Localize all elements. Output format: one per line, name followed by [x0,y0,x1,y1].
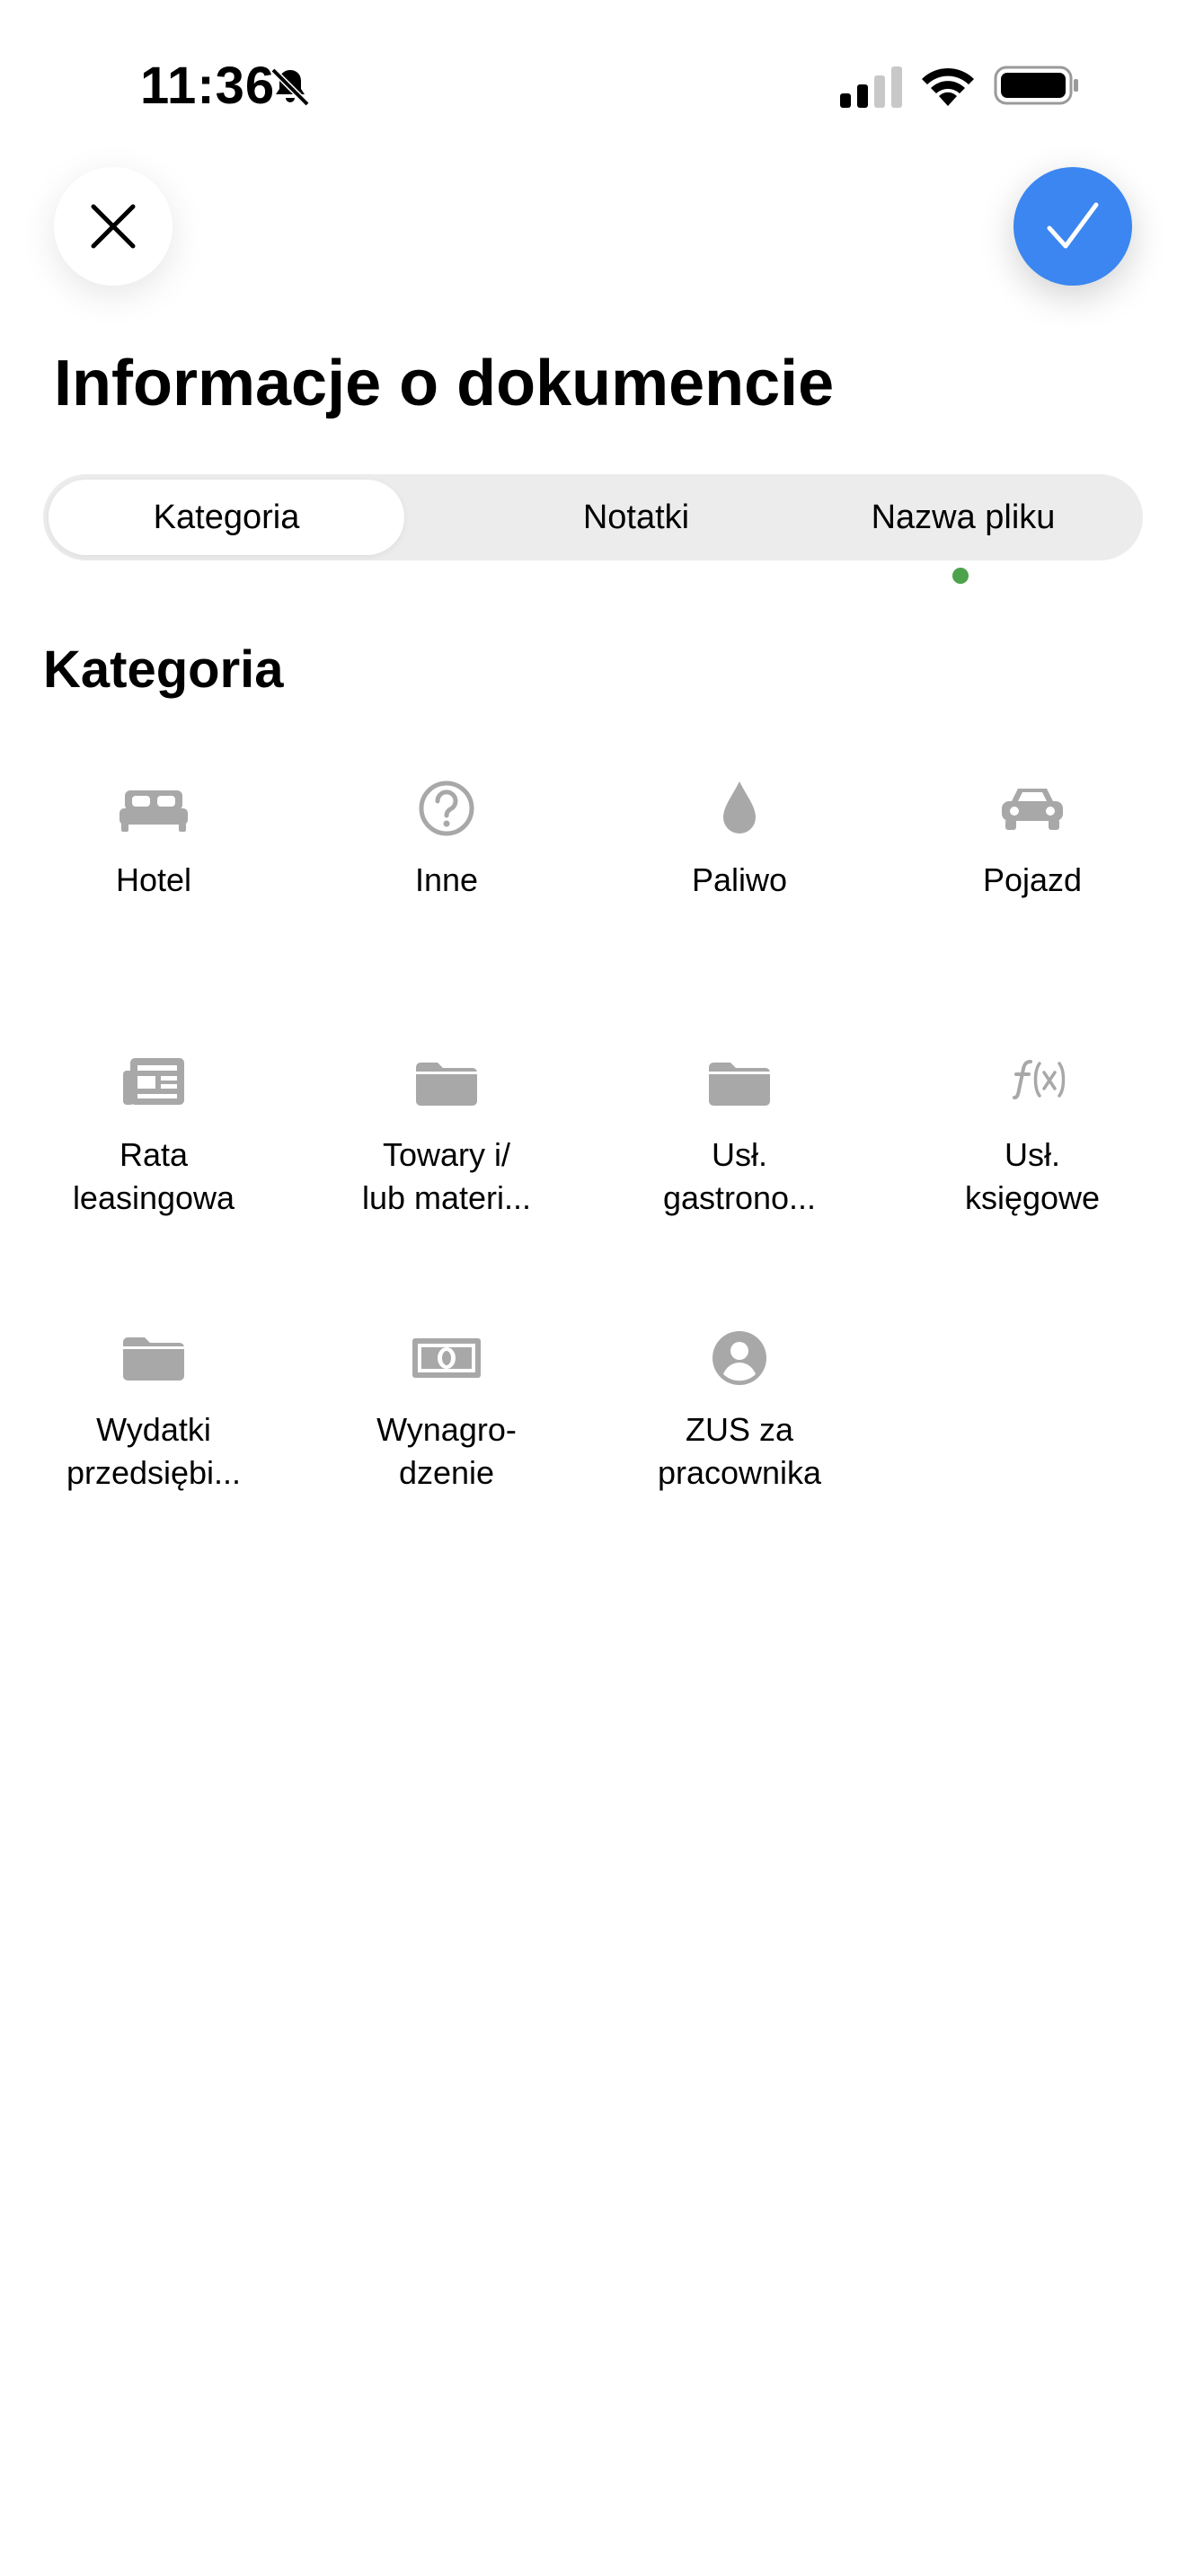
tab-bar: Kategoria Notatki Nazwa pliku [43,474,1143,560]
category-label: lub materi... [361,1179,532,1216]
category-label: Usł. [1005,1136,1060,1173]
money-icon [412,1338,481,1378]
category-wynagrodzenie[interactable]: Wynagro-dzenie [300,1319,593,1495]
tab-indicator-dot [952,568,969,584]
category-label: leasingowa [72,1179,235,1216]
status-time: 11:36 [140,57,276,115]
tab-nazwa-pliku[interactable]: Nazwa pliku [783,480,1143,555]
folder-icon [416,1063,477,1106]
category-paliwo[interactable]: Paliwo [593,769,886,902]
car-icon [1002,789,1063,830]
signal-icon [840,66,902,108]
category-wydatki[interactable]: Wydatki przedsiębi... [7,1319,300,1495]
category-pojazd[interactable]: Pojazd [886,769,1179,902]
fuel-drop-icon [723,781,756,834]
category-towary[interactable]: Towary i/lub materi... [300,1044,593,1220]
category-rata-leasingowa[interactable]: Rata leasingowa [7,1044,300,1220]
category-zus[interactable]: ZUS za pracownika [593,1319,886,1495]
confirm-button[interactable] [1013,167,1132,286]
status-bar: 11:36 [0,0,1186,171]
category-usl-ksiegowe[interactable]: Usł. księgowe [886,1044,1179,1220]
bed-icon [119,790,188,832]
bell-muted-icon [270,67,310,107]
function-icon [1013,1060,1066,1099]
category-label: Rata [119,1136,189,1173]
tab-notatki[interactable]: Notatki [456,480,816,555]
folder-icon [709,1063,770,1106]
checkmark-icon [1047,202,1099,249]
page-title: Informacje o dokumencie [54,348,835,419]
question-icon [419,781,474,836]
category-label: dzenie [398,1454,495,1491]
close-button[interactable] [54,167,173,286]
category-label: Usł. [712,1136,767,1173]
newspaper-icon [123,1058,184,1105]
battery-icon [994,66,1078,105]
category-label: pracownika [657,1454,822,1491]
category-label: Wydatki [96,1411,211,1448]
category-label: ZUS za [685,1411,794,1448]
folder-icon [123,1337,184,1381]
category-usl-gastronomiczne[interactable]: Usł. gastrono... [593,1044,886,1220]
category-label: Paliwo [691,861,788,898]
wifi-icon [922,67,974,106]
close-icon [91,204,136,249]
category-label: Towary i/ [382,1136,511,1173]
category-label: przedsiębi... [66,1454,242,1491]
category-label: Hotel [115,861,192,898]
category-hotel[interactable]: Hotel [7,769,300,902]
category-label: Inne [414,861,479,898]
category-label: gastrono... [662,1179,817,1216]
person-icon [712,1331,766,1385]
category-label: Pojazd [982,861,1083,898]
category-label: księgowe [964,1179,1101,1216]
category-inne[interactable]: Inne [300,769,593,902]
section-title: Kategoria [43,640,284,699]
tab-kategoria[interactable]: Kategoria [49,480,404,555]
category-label: Wynagro- [376,1411,517,1448]
